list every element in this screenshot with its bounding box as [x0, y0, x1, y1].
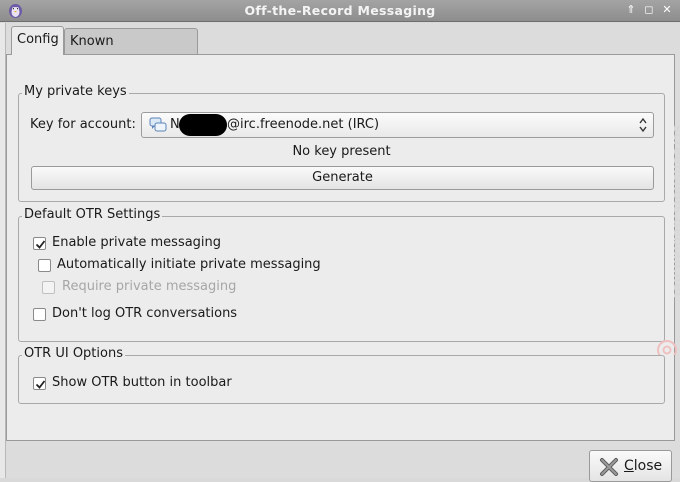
- otr-settings-label: Default OTR Settings: [22, 207, 163, 222]
- checkmark-icon: [35, 380, 46, 389]
- otr-ui-options-frame: OTR UI Options Show OTR button in toolba…: [18, 346, 665, 404]
- config-tab-panel: My private keys Key for account: N @irc.…: [6, 54, 675, 441]
- svg-text:screenshots.debian.net: screenshots.debian.net: [670, 125, 680, 298]
- close-button-label: Close: [624, 458, 663, 474]
- tab-config[interactable]: Config: [11, 26, 64, 55]
- auto-initiate-label: Automatically initiate private messaging: [57, 257, 321, 272]
- auto-initiate-checkbox[interactable]: [38, 259, 51, 272]
- otr-settings-frame: Default OTR Settings Enable private mess…: [18, 207, 665, 342]
- watermark-logo: screenshots.debian.net: [657, 125, 680, 355]
- show-otr-button-checkbox[interactable]: [33, 377, 46, 390]
- redaction-blot: [179, 114, 227, 136]
- dialog-body: Config Known fingerprints My private key…: [0, 23, 680, 482]
- require-private-messaging-label: Require private messaging: [62, 279, 237, 294]
- checkmark-icon: [35, 240, 46, 249]
- dont-log-label: Don't log OTR conversations: [52, 306, 238, 321]
- close-button[interactable]: Close: [589, 450, 672, 482]
- require-private-messaging-checkbox[interactable]: [42, 281, 55, 294]
- title-bar[interactable]: Off-the-Record Messaging ⇑ ◻ ✕: [0, 0, 680, 22]
- account-select[interactable]: N @irc.freenode.net (IRC): [141, 112, 654, 138]
- show-otr-button-label: Show OTR button in toolbar: [52, 375, 232, 390]
- tab-known-fingerprints[interactable]: Known fingerprints: [64, 28, 198, 75]
- enable-private-messaging-label: Enable private messaging: [52, 235, 222, 250]
- otr-ui-options-label: OTR UI Options: [22, 346, 125, 361]
- irc-chat-icon: [149, 117, 167, 132]
- shade-window-button[interactable]: ⇑: [625, 3, 637, 17]
- close-window-button[interactable]: ✕: [661, 3, 673, 17]
- maximize-window-button[interactable]: ◻: [643, 3, 655, 17]
- combo-arrows-icon: [639, 117, 647, 133]
- account-value: @irc.freenode.net (IRC): [227, 117, 380, 132]
- key-status: No key present: [292, 144, 391, 159]
- generate-button[interactable]: Generate: [31, 166, 654, 190]
- account-label: Key for account:: [30, 117, 136, 132]
- window-title: Off-the-Record Messaging: [244, 3, 436, 18]
- dont-log-checkbox[interactable]: [33, 308, 46, 321]
- close-x-icon: [600, 458, 618, 476]
- private-keys-frame: My private keys Key for account: N @irc.…: [18, 84, 665, 202]
- private-keys-label: My private keys: [22, 84, 129, 99]
- enable-private-messaging-checkbox[interactable]: [33, 237, 46, 250]
